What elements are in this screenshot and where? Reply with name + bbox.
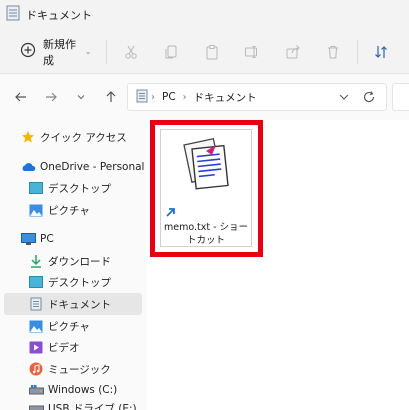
command-bar: 新規作成 ⌄ xyxy=(0,30,409,74)
chevron-down-icon xyxy=(77,95,85,100)
rename-icon xyxy=(245,45,258,58)
music-icon xyxy=(28,361,44,377)
new-button-label: 新規作成 xyxy=(43,37,76,67)
address-row: › PC › ドキュメント xyxy=(0,74,409,120)
share-icon xyxy=(286,44,300,58)
copy-button[interactable] xyxy=(159,38,184,66)
sidebar-item-onedrive[interactable]: OneDrive - Personal xyxy=(20,156,144,178)
cut-icon xyxy=(125,45,137,59)
toolbar-separator xyxy=(106,39,108,64)
desktop-icon xyxy=(28,274,44,290)
window-title: ドキュメント xyxy=(26,9,92,22)
delete-button[interactable] xyxy=(320,38,345,66)
back-button[interactable] xyxy=(10,86,32,108)
breadcrumb-separator: › xyxy=(151,91,155,103)
documents-folder-icon xyxy=(6,5,20,25)
up-button[interactable] xyxy=(100,86,122,108)
video-icon xyxy=(28,339,44,355)
explorer-window: ドキュメント 新規作成 ⌄ › PC › ドキュメント クイック アクセス On… xyxy=(0,0,409,410)
forward-button[interactable] xyxy=(40,86,62,108)
sidebar-item-pc[interactable]: PC xyxy=(20,228,158,250)
breadcrumb-pc[interactable]: PC xyxy=(162,91,176,103)
navigation-pane: クイック アクセス OneDrive - Personal デスクトップ ピクチ… xyxy=(0,120,146,410)
file-list: memo.txt - ショー トカット xyxy=(146,120,409,410)
address-dropdown-icon[interactable] xyxy=(338,91,350,106)
toolbar-separator xyxy=(356,39,358,64)
paste-button[interactable] xyxy=(199,38,224,66)
share-button[interactable] xyxy=(280,38,305,66)
usb-drive-icon xyxy=(28,401,44,410)
sidebar-item-quick-access[interactable]: クイック アクセス xyxy=(20,126,158,148)
breadcrumb-separator: › xyxy=(182,91,187,103)
file-item-memo-shortcut[interactable]: memo.txt - ショー トカット xyxy=(160,129,252,247)
pc-icon xyxy=(20,231,36,247)
arrow-up-icon xyxy=(106,91,116,102)
drive-icon xyxy=(28,382,44,398)
search-box[interactable] xyxy=(392,83,409,111)
sort-icon xyxy=(375,45,388,58)
documents-folder-icon xyxy=(136,89,148,106)
sidebar-item-documents[interactable]: ドキュメント xyxy=(4,293,142,315)
title-bar: ドキュメント xyxy=(0,0,409,30)
star-icon xyxy=(20,129,36,145)
address-bar[interactable]: › PC › ドキュメント xyxy=(127,83,387,111)
plus-circle-icon xyxy=(20,42,36,61)
file-name: memo.txt - ショー トカット xyxy=(163,222,249,246)
paste-icon xyxy=(206,44,218,59)
new-button[interactable]: 新規作成 ⌄ xyxy=(16,37,95,67)
cloud-icon xyxy=(20,159,36,175)
chevron-down-icon: ⌄ xyxy=(84,47,92,56)
pictures-icon xyxy=(28,202,44,218)
breadcrumb-documents[interactable]: ドキュメント xyxy=(194,90,257,105)
trash-icon xyxy=(328,45,339,58)
recent-dropdown-button[interactable] xyxy=(70,86,92,108)
desktop-icon xyxy=(28,180,44,196)
arrow-right-icon xyxy=(46,92,57,102)
sort-button[interactable] xyxy=(369,38,394,66)
documents-icon xyxy=(28,296,44,312)
pictures-icon xyxy=(28,318,44,334)
refresh-icon[interactable] xyxy=(362,90,376,107)
copy-icon xyxy=(165,45,177,58)
download-icon xyxy=(28,253,44,269)
arrow-left-icon xyxy=(15,92,26,102)
cut-button[interactable] xyxy=(118,38,143,66)
rename-button[interactable] xyxy=(240,38,265,66)
